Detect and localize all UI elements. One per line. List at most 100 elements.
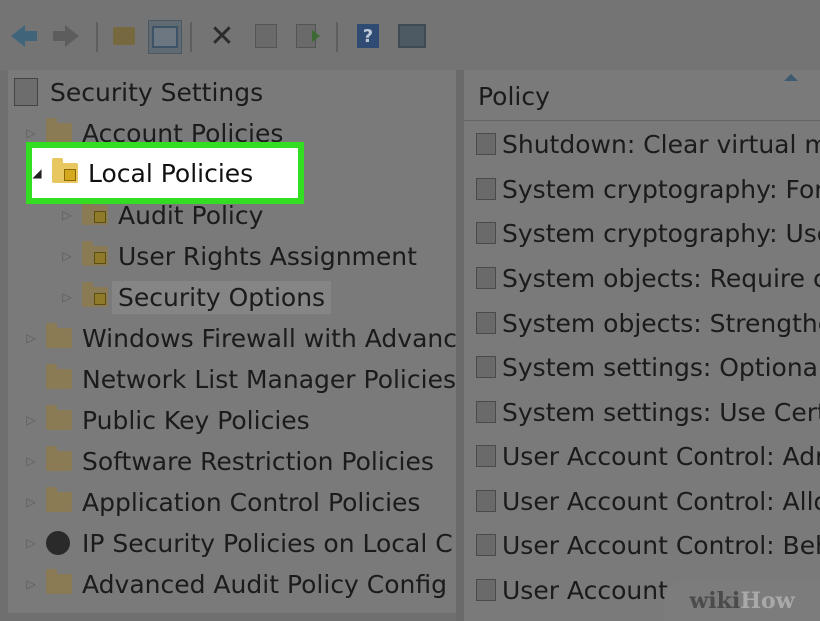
expand-arrow-icon[interactable]: ▷	[24, 495, 38, 509]
ip-security-icon	[46, 531, 70, 555]
policy-row[interactable]: System settings: Optional	[476, 347, 820, 387]
tree-item-label: Public Key Policies	[82, 405, 310, 435]
help-icon[interactable]: ?	[352, 20, 384, 52]
pane-splitter[interactable]	[456, 70, 464, 621]
watermark-wiki: wiki	[689, 587, 741, 614]
security-settings-icon	[14, 78, 38, 106]
show-hide-console-tree-icon[interactable]	[148, 20, 182, 54]
policy-icon	[476, 133, 496, 155]
toolbar-separator	[96, 22, 98, 52]
back-arrow-icon[interactable]	[8, 20, 40, 52]
help-glyph: ?	[357, 24, 379, 48]
locked-folder-icon	[52, 158, 78, 183]
up-folder-icon[interactable]	[108, 20, 140, 52]
console-tree-shape	[152, 26, 178, 48]
tree-root[interactable]: Security Settings	[14, 73, 263, 111]
policy-row[interactable]: System objects: Require c	[476, 258, 820, 298]
column-header-label: Policy	[478, 82, 550, 111]
policy-name: System cryptography: For	[502, 174, 820, 204]
policy-row[interactable]: System objects: Strengthe	[476, 303, 820, 343]
tree-item-network-list-manager[interactable]: Network List Manager Policies	[24, 360, 456, 398]
expand-arrow-icon[interactable]: ▷	[24, 413, 38, 427]
folder-icon	[46, 364, 72, 389]
tree-item-label: Security Options	[112, 280, 332, 314]
expand-arrow-icon[interactable]: ▷	[24, 454, 38, 468]
back-arrow-head	[11, 25, 25, 47]
folder-icon	[46, 487, 72, 512]
policy-name: User Account Control: Allo	[502, 486, 820, 516]
folder-icon	[46, 405, 72, 430]
tree-item-public-key-policies[interactable]: ▷ Public Key Policies	[24, 401, 310, 439]
policy-name: System objects: Strengthe	[502, 308, 820, 338]
policy-icon	[476, 490, 496, 512]
forward-arrow-stem	[53, 31, 65, 41]
forward-arrow-icon[interactable]	[50, 20, 82, 52]
tree-item-windows-firewall[interactable]: ▷ Windows Firewall with Advanc	[24, 319, 456, 357]
tree-item-local-policies[interactable]: ◢ Local Policies	[30, 158, 253, 188]
tree-item-label: Advanced Audit Policy Config	[82, 569, 448, 599]
folder-icon	[46, 446, 72, 471]
tree-item-label: Software Restriction Policies	[82, 446, 434, 476]
tree-item-label: Network List Manager Policies	[82, 364, 456, 394]
folder-icon	[46, 118, 72, 143]
forward-arrow-head	[65, 25, 79, 47]
policy-icon	[476, 267, 496, 289]
policy-row[interactable]: Shutdown: Clear virtual m	[476, 124, 820, 164]
expand-arrow-icon[interactable]: ▷	[24, 126, 38, 140]
expand-arrow-icon[interactable]: ▷	[60, 208, 74, 222]
tree-item-application-control[interactable]: ▷ Application Control Policies	[24, 483, 420, 521]
tree-item-label: Windows Firewall with Advanc	[82, 323, 456, 353]
policy-icon	[476, 222, 496, 244]
policy-icon	[476, 356, 496, 378]
toolbar: ✕ ?	[0, 0, 820, 70]
policy-name: User Account Control: Beh	[502, 530, 820, 560]
policy-row[interactable]: System cryptography: For	[476, 169, 820, 209]
tree-item-user-rights-assignment[interactable]: ▷ User Rights Assignment	[60, 237, 417, 275]
tree-item-label: IP Security Policies on Local C	[82, 528, 453, 558]
policy-row[interactable]: System cryptography: Use	[476, 213, 820, 253]
up-folder-shape	[113, 27, 135, 45]
policy-row[interactable]: System settings: Use Certi	[476, 392, 820, 432]
folder-icon	[46, 569, 72, 594]
tree-item-ip-security[interactable]: ▷ IP Security Policies on Local C	[24, 524, 453, 562]
expand-arrow-icon[interactable]: ▷	[24, 536, 38, 550]
policy-icon	[476, 312, 496, 334]
tree-item-label: User Rights Assignment	[118, 241, 417, 271]
expand-arrow-icon[interactable]: ▷	[60, 249, 74, 263]
policy-list: Policy Shutdown: Clear virtual m System …	[464, 70, 820, 621]
policy-name: System settings: Use Certi	[502, 397, 820, 427]
policy-row[interactable]: User Account Control: Adr	[476, 436, 820, 476]
policy-icon	[476, 401, 496, 423]
expand-arrow-icon[interactable]: ▷	[24, 331, 38, 345]
tree-item-label: Audit Policy	[118, 200, 264, 230]
policy-row[interactable]: User Account Control: Allo	[476, 481, 820, 521]
column-header-policy[interactable]: Policy	[464, 70, 820, 121]
export-arrow-shape	[312, 30, 320, 42]
properties-icon[interactable]	[250, 20, 282, 52]
locked-folder-icon	[82, 200, 108, 225]
policy-name: Shutdown: Clear virtual m	[502, 129, 820, 159]
folder-icon	[46, 323, 72, 348]
expand-arrow-icon[interactable]: ▷	[24, 577, 38, 591]
delete-icon[interactable]: ✕	[206, 19, 238, 54]
action-pane-icon[interactable]	[396, 20, 428, 52]
tree-item-security-options[interactable]: ▷ Security Options	[60, 278, 332, 316]
policy-name: System settings: Optional	[502, 352, 820, 382]
action-pane-shape	[398, 24, 426, 48]
wikihow-watermark: wiki How	[664, 580, 820, 621]
tree-item-advanced-audit[interactable]: ▷ Advanced Audit Policy Config	[24, 565, 447, 603]
tree-item-software-restriction[interactable]: ▷ Software Restriction Policies	[24, 442, 434, 480]
toolbar-separator	[336, 22, 338, 52]
highlight-local-policies[interactable]: ◢ Local Policies	[26, 142, 304, 204]
expand-arrow-icon[interactable]: ▷	[60, 290, 74, 304]
properties-shape	[255, 24, 277, 48]
export-list-icon[interactable]	[292, 20, 324, 52]
locked-folder-icon	[82, 241, 108, 266]
collapse-arrow-icon[interactable]: ◢	[30, 166, 44, 180]
policy-row[interactable]: User Account Control: Beh	[476, 525, 820, 565]
policy-icon	[476, 178, 496, 200]
policy-name: System cryptography: Use	[502, 218, 820, 248]
back-arrow-stem	[25, 31, 37, 41]
watermark-how: How	[740, 587, 795, 614]
toolbar-separator	[190, 22, 192, 52]
